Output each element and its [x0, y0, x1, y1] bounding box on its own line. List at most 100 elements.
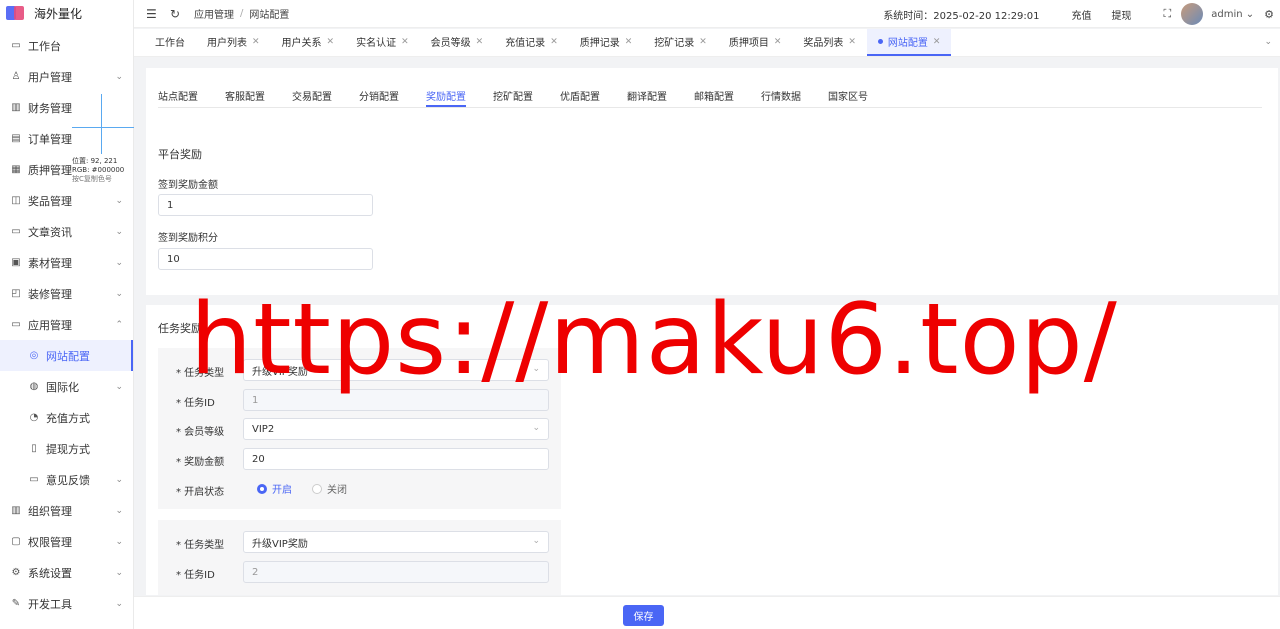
close-icon[interactable]: ✕ — [252, 37, 260, 47]
recharge-link[interactable]: 充值 — [1072, 7, 1092, 22]
sidebar-item-label: 素材管理 — [28, 256, 72, 270]
close-icon[interactable]: ✕ — [774, 37, 782, 47]
chevron-icon: ⌄ — [115, 381, 123, 392]
article-icon: ▭ — [11, 226, 21, 237]
config-tab[interactable]: 行情数据 — [761, 82, 801, 107]
sidebar-item[interactable]: ▢ 权限管理 ⌄ — [0, 526, 133, 557]
page-tab[interactable]: 质押项目 ✕ — [718, 29, 793, 56]
status-on-label: 开启 — [272, 485, 292, 496]
config-tab[interactable]: 奖励配置 — [426, 82, 466, 107]
system-time: 系统时间：2025-02-20 12:29:01 — [883, 10, 1040, 22]
tab-label: 奖品列表 — [803, 38, 844, 49]
close-icon[interactable]: ✕ — [933, 37, 941, 47]
recharge-icon: ◔ — [29, 412, 39, 423]
sidebar-item[interactable]: ◫ 奖品管理 ⌄ — [0, 185, 133, 216]
close-icon[interactable]: ✕ — [550, 37, 558, 47]
sidebar-item[interactable]: ▥ 组织管理 ⌄ — [0, 495, 133, 526]
sidebar-item-label: 权限管理 — [28, 535, 72, 549]
fullscreen-icon[interactable]: ⛶ — [1164, 7, 1172, 21]
task-panel: * 任务类型 升级VIP奖励 ⌄ * 任务ID 2 — [158, 520, 561, 595]
crosshair-vertical — [101, 94, 102, 154]
page-tab[interactable]: 奖品列表 ✕ — [792, 29, 867, 56]
member-level-select[interactable]: VIP2 ⌄ — [243, 418, 549, 440]
status-off-label: 关闭 — [327, 485, 347, 496]
page-tab[interactable]: 网站配置 ✕ — [866, 29, 952, 56]
sidebar-item[interactable]: ⚙ 系统设置 ⌄ — [0, 557, 133, 588]
footer-bar: 保存 — [134, 596, 1280, 629]
page-tab[interactable]: 挖矿记录 ✕ — [643, 29, 718, 56]
brand-name: 海外量化 — [34, 6, 83, 21]
config-tab[interactable]: 邮箱配置 — [694, 82, 734, 107]
page-tab[interactable]: 工作台 — [144, 29, 196, 56]
sidebar-item-label: 订单管理 — [28, 132, 72, 146]
avatar[interactable] — [1181, 3, 1204, 25]
signin-amount-input[interactable]: 1 — [158, 194, 373, 216]
config-tab[interactable]: 站点配置 — [158, 82, 198, 107]
chevron-icon: ⌄ — [115, 536, 123, 547]
status-on-radio[interactable]: 开启 — [257, 481, 292, 496]
config-tab[interactable]: 国家区号 — [828, 82, 868, 107]
gift-icon: ◫ — [11, 195, 21, 206]
sidebar-item[interactable]: ◎ 网站配置 — [0, 340, 133, 371]
user-menu[interactable]: admin ⌄ — [1211, 9, 1254, 20]
config-tab[interactable]: 分销配置 — [359, 82, 399, 107]
config-tab[interactable]: 挖矿配置 — [493, 82, 533, 107]
sidebar-item[interactable]: ▭ 文章资讯 ⌄ — [0, 216, 133, 247]
reward-amount-input[interactable]: 20 — [243, 448, 549, 470]
chevron-down-icon: ⌄ — [532, 536, 540, 546]
tabs-more-icon[interactable]: ⌄ — [1264, 37, 1272, 47]
close-icon[interactable]: ✕ — [848, 37, 856, 47]
config-card: 站点配置 客服配置 交易配置 分销配置 奖励配置 挖矿配置 优盾配置 翻译配置 邮箱配置 行情数据… — [146, 68, 1278, 295]
close-icon[interactable]: ✕ — [476, 37, 484, 47]
status-off-radio[interactable]: 关闭 — [312, 481, 347, 496]
close-icon[interactable]: ✕ — [625, 37, 633, 47]
sidebar-item[interactable]: ◔ 充值方式 — [0, 402, 133, 433]
menu-toggle-icon[interactable]: ☰ — [146, 7, 160, 21]
sidebar-item[interactable]: ◰ 装修管理 ⌄ — [0, 278, 133, 309]
sidebar-item[interactable]: ✎ 开发工具 ⌄ — [0, 588, 133, 619]
sidebar-item-label: 奖品管理 — [28, 194, 72, 208]
page-tab[interactable]: 用户列表 ✕ — [196, 29, 271, 56]
platform-reward-title: 平台奖励 — [158, 148, 202, 161]
sidebar-item[interactable]: ▥ 财务管理 — [0, 92, 133, 123]
page-tab[interactable]: 会员等级 ✕ — [420, 29, 495, 56]
sidebar-item[interactable]: ◍ 国际化 ⌄ — [0, 371, 133, 402]
config-tab[interactable]: 翻译配置 — [627, 82, 667, 107]
sidebar-item[interactable]: ▭ 工作台 — [0, 30, 133, 61]
chevron-icon: ⌄ — [115, 71, 123, 82]
settings-gear-icon[interactable]: ⚙ — [1264, 8, 1274, 21]
logo-icon — [6, 6, 24, 20]
sidebar-item[interactable]: ♙ 用户管理 ⌄ — [0, 61, 133, 92]
sidebar-item[interactable]: ▯ 提现方式 — [0, 433, 133, 464]
config-tabs: 站点配置 客服配置 交易配置 分销配置 奖励配置 挖矿配置 优盾配置 翻译配置 邮箱配置 行情数据… — [158, 82, 1262, 108]
page-tab[interactable]: 实名认证 ✕ — [345, 29, 420, 56]
sidebar-item-label: 财务管理 — [28, 101, 72, 115]
brand[interactable]: 海外量化 — [0, 0, 133, 26]
save-button[interactable]: 保存 — [623, 605, 664, 626]
signin-points-input[interactable]: 10 — [158, 248, 373, 270]
config-tab[interactable]: 客服配置 — [225, 82, 265, 107]
tab-label: 充值记录 — [505, 38, 546, 49]
task-type-select[interactable]: 升级VIP奖励 ⌄ — [243, 531, 549, 553]
international-icon: ◍ — [29, 381, 39, 392]
close-icon[interactable]: ✕ — [401, 37, 409, 47]
breadcrumb-item[interactable]: 应用管理 — [194, 6, 234, 21]
page-tab[interactable]: 用户关系 ✕ — [271, 29, 346, 56]
config-tab[interactable]: 交易配置 — [292, 82, 332, 107]
chevron-icon: ⌄ — [115, 226, 123, 237]
sidebar-item[interactable]: ▣ 素材管理 ⌄ — [0, 247, 133, 278]
config-tab[interactable]: 优盾配置 — [560, 82, 600, 107]
refresh-icon[interactable]: ↻ — [170, 7, 184, 21]
close-icon[interactable]: ✕ — [699, 37, 707, 47]
task-id-label: * 任务ID — [176, 570, 215, 581]
sidebar-item-label: 提现方式 — [46, 442, 90, 456]
page-tab[interactable]: 充值记录 ✕ — [494, 29, 569, 56]
sidebar-item[interactable]: ▭ 意见反馈 ⌄ — [0, 464, 133, 495]
sidebar-item[interactable]: ▭ 应用管理 ⌃ — [0, 309, 133, 340]
withdraw-link[interactable]: 提现 — [1112, 7, 1132, 22]
chevron-icon: ⌄ — [115, 567, 123, 578]
close-icon[interactable]: ✕ — [327, 37, 335, 47]
page-tab[interactable]: 质押记录 ✕ — [569, 29, 644, 56]
sidebar: 海外量化 ▭ 工作台 ♙ 用户管理 ⌄ ▥ 财务管理 ▤ 订单管理 ▦ 质押管理 ◫ 奖品管理 ⌄ ▭ 文章资… — [0, 0, 134, 629]
reward-amount-label: * 奖励金额 — [176, 457, 225, 468]
